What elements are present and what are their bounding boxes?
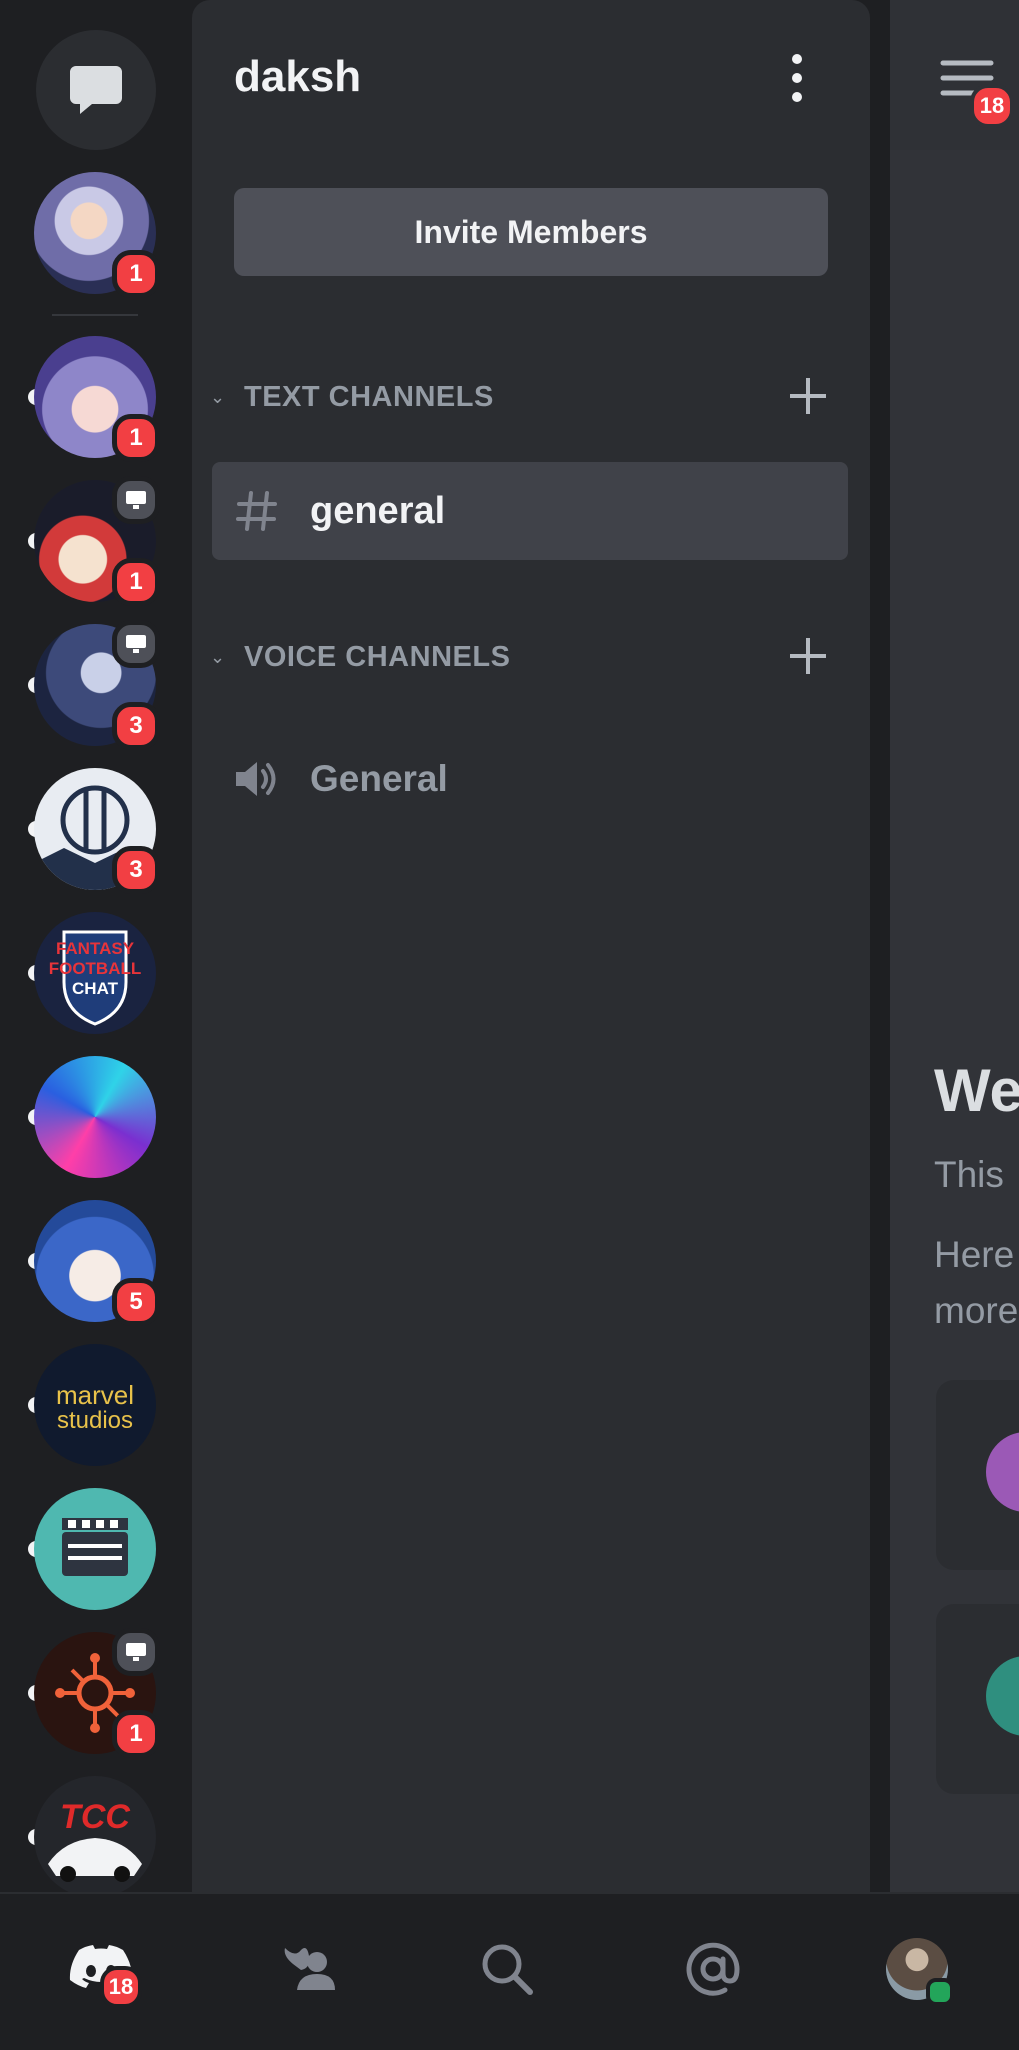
channel-name: General xyxy=(310,758,448,799)
server-avatar: FANTASY FOOTBALL CHAT xyxy=(34,912,156,1034)
nav-search[interactable] xyxy=(462,1924,552,2014)
server-icon-12[interactable]: TCC xyxy=(28,1776,156,1898)
welcome-card-2[interactable] xyxy=(936,1604,1019,1794)
server-name[interactable]: daksh xyxy=(234,52,361,102)
channel-general-text[interactable]: general xyxy=(212,462,848,560)
server-avatar: TCC xyxy=(34,1776,156,1898)
nav-home[interactable]: 18 xyxy=(56,1924,146,2014)
nav-friends[interactable] xyxy=(262,1924,352,2014)
fantasy-text-3: CHAT xyxy=(72,979,119,998)
category-voice-channels[interactable]: ⌄ VOICE CHANNELS xyxy=(202,632,852,682)
chat-bubble-icon xyxy=(70,66,122,114)
welcome-card-1[interactable] xyxy=(936,1380,1019,1570)
server-icon-8[interactable]: 5 xyxy=(28,1200,160,1326)
welcome-line-1: This xyxy=(934,1154,1004,1195)
welcome-line-3: more xyxy=(934,1290,1019,1331)
more-options-icon[interactable] xyxy=(782,54,812,102)
chat-header: 18 xyxy=(890,0,1019,150)
server-avatar xyxy=(34,1488,156,1610)
screen-share-indicator xyxy=(112,1628,160,1676)
tcc-text: TCC xyxy=(60,1798,130,1836)
unread-badge: 1 xyxy=(112,414,160,462)
monitor-icon xyxy=(126,1643,146,1661)
server-icon-4[interactable]: 3 xyxy=(28,620,160,750)
screen-share-indicator xyxy=(112,476,160,524)
welcome-line-2: Here xyxy=(934,1234,1015,1275)
marvel-text-1: marvel xyxy=(56,1380,134,1410)
add-channel-icon[interactable] xyxy=(786,374,830,418)
fantasy-text-1: FANTASY xyxy=(56,939,135,958)
bottom-navigation: 18 xyxy=(0,1892,1019,2050)
category-label: VOICE CHANNELS xyxy=(244,640,511,673)
screen-share-indicator xyxy=(112,620,160,668)
server-rail: 1 1 1 3 3 FANTASY FOOTBALL CHAT 5 marvel… xyxy=(0,0,192,1898)
category-text-channels[interactable]: ⌄ TEXT CHANNELS xyxy=(202,372,852,422)
marvel-text-2: studios xyxy=(57,1407,133,1434)
search-icon xyxy=(482,1944,533,1995)
server-icon-1[interactable]: 1 xyxy=(34,172,160,298)
server-avatar xyxy=(34,1056,156,1178)
user-avatar xyxy=(886,1938,954,2006)
server-icon-3[interactable]: 1 xyxy=(28,476,160,606)
fantasy-text-2: FOOTBALL xyxy=(49,959,142,978)
server-icon-11[interactable]: 1 xyxy=(28,1628,160,1758)
chevron-down-icon: ⌄ xyxy=(210,386,226,408)
add-channel-icon[interactable] xyxy=(786,634,830,678)
unread-badge: 3 xyxy=(112,846,160,894)
unread-badge: 5 xyxy=(112,1278,160,1326)
server-icon-9[interactable]: marvel studios xyxy=(28,1344,156,1466)
chevron-down-icon: ⌄ xyxy=(210,646,226,668)
monitor-icon xyxy=(126,491,146,509)
monitor-icon xyxy=(126,635,146,653)
channel-general-voice[interactable]: General xyxy=(212,730,848,828)
unread-badge: 1 xyxy=(112,1710,160,1758)
server-icon-7[interactable] xyxy=(28,1056,156,1178)
direct-messages-button[interactable] xyxy=(36,30,156,150)
server-icon-5[interactable]: 3 xyxy=(28,768,160,894)
menu-unread-badge: 18 xyxy=(970,84,1014,128)
at-sign-icon xyxy=(686,1942,740,1996)
friends-icon xyxy=(284,1948,335,1990)
hashtag-icon xyxy=(232,489,282,533)
invite-members-button[interactable]: Invite Members xyxy=(234,188,828,276)
unread-badge: 1 xyxy=(112,250,160,298)
home-unread-badge: 18 xyxy=(100,1966,142,2008)
nav-profile[interactable] xyxy=(872,1924,962,2014)
speaker-icon xyxy=(232,758,282,800)
online-status-indicator xyxy=(926,1978,954,2006)
channel-panel: daksh Invite Members ⌄ TEXT CHANNELS gen… xyxy=(192,0,870,1892)
server-icon-2[interactable]: 1 xyxy=(28,336,160,462)
welcome-heading: We xyxy=(934,1057,1019,1124)
clapperboard-icon xyxy=(62,1518,128,1576)
nav-mentions[interactable] xyxy=(668,1924,758,2014)
server-icon-6[interactable]: FANTASY FOOTBALL CHAT xyxy=(28,912,156,1034)
unread-badge: 1 xyxy=(112,558,160,606)
server-avatar: marvel studios xyxy=(34,1344,156,1466)
category-label: TEXT CHANNELS xyxy=(244,380,494,413)
chat-area: 18 We This Here more xyxy=(890,0,1019,1892)
unread-badge: 3 xyxy=(112,702,160,750)
server-icon-10[interactable] xyxy=(28,1488,156,1610)
rail-divider xyxy=(52,314,138,316)
channel-name: general xyxy=(310,489,446,532)
